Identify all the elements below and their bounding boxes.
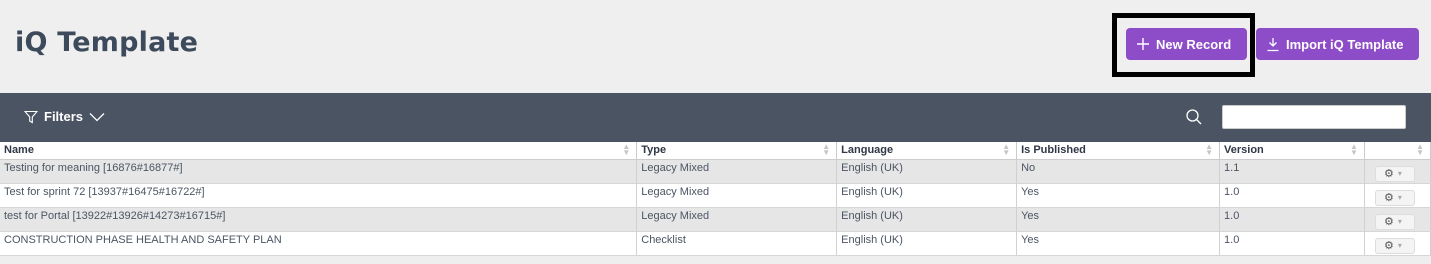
sort-icon: ▲ ▼ bbox=[622, 142, 631, 157]
filter-toolbar: Filters bbox=[0, 93, 1431, 142]
row-actions-button[interactable]: ⚙ ▾ bbox=[1374, 237, 1415, 254]
filter-icon bbox=[24, 110, 38, 123]
sort-icon: ▲ ▼ bbox=[1416, 142, 1424, 157]
cell-is-published: No bbox=[1016, 159, 1221, 184]
sort-icon: ▲ ▼ bbox=[1205, 142, 1214, 157]
gear-icon: ⚙ bbox=[1383, 192, 1394, 204]
cell-type: Legacy Mixed bbox=[636, 207, 838, 232]
cell-version: 1.0 bbox=[1219, 183, 1365, 208]
chevron-down-icon bbox=[89, 112, 105, 121]
cell-name: CONSTRUCTION PHASE HEALTH AND SAFETY PLA… bbox=[0, 231, 638, 256]
column-header-language[interactable]: Language ▲ ▼ bbox=[836, 142, 1018, 160]
gear-icon: ⚙ bbox=[1383, 168, 1394, 180]
page-header: iQ Template New Record Import iQ Templat… bbox=[0, 0, 1431, 93]
table-row[interactable]: CONSTRUCTION PHASE HEALTH AND SAFETY PLA… bbox=[0, 231, 1431, 256]
cell-actions: ⚙ ▾ bbox=[1364, 183, 1431, 208]
cell-is-published: Yes bbox=[1016, 183, 1221, 208]
cell-version: 1.1 bbox=[1219, 159, 1365, 184]
download-icon bbox=[1267, 37, 1279, 51]
cell-actions: ⚙ ▾ bbox=[1364, 231, 1431, 256]
sort-icon: ▲ ▼ bbox=[822, 142, 831, 157]
cell-type: Legacy Mixed bbox=[636, 159, 838, 184]
cell-type: Checklist bbox=[636, 231, 838, 256]
column-header-version[interactable]: Version ▲ ▼ bbox=[1219, 142, 1365, 160]
records-table: Name ▲ ▼ Type ▲ ▼ Language ▲ ▼ Is Published ▲ ▼ … bbox=[0, 142, 1431, 256]
column-header-name[interactable]: Name ▲ ▼ bbox=[0, 142, 638, 160]
cell-language: English (UK) bbox=[836, 159, 1018, 184]
import-template-label: Import iQ Template bbox=[1286, 36, 1404, 52]
cell-language: English (UK) bbox=[836, 183, 1018, 208]
table-header-row: Name ▲ ▼ Type ▲ ▼ Language ▲ ▼ Is Published ▲ ▼ … bbox=[0, 142, 1431, 160]
cell-type: Legacy Mixed bbox=[636, 183, 838, 208]
row-actions-button[interactable]: ⚙ ▾ bbox=[1374, 165, 1415, 182]
cell-actions: ⚙ ▾ bbox=[1364, 207, 1431, 232]
row-actions-button[interactable]: ⚙ ▾ bbox=[1374, 213, 1415, 230]
row-actions-button[interactable]: ⚙ ▾ bbox=[1374, 189, 1415, 206]
column-header-is-published[interactable]: Is Published ▲ ▼ bbox=[1016, 142, 1221, 160]
cell-name: Testing for meaning [16876#16877#] bbox=[0, 159, 638, 184]
cell-is-published: Yes bbox=[1016, 231, 1221, 256]
highlight-box bbox=[1112, 13, 1255, 77]
column-header-type[interactable]: Type ▲ ▼ bbox=[636, 142, 838, 160]
filters-toggle[interactable]: Filters bbox=[24, 109, 105, 124]
search-icon[interactable] bbox=[1185, 108, 1203, 126]
sort-icon: ▲ ▼ bbox=[1002, 142, 1011, 157]
filters-label: Filters bbox=[44, 109, 84, 124]
cell-version: 1.0 bbox=[1219, 207, 1365, 232]
gear-icon: ⚙ bbox=[1383, 240, 1394, 252]
cell-is-published: Yes bbox=[1016, 207, 1221, 232]
caret-down-icon: ▾ bbox=[1397, 217, 1402, 226]
page-title: iQ Template bbox=[15, 27, 199, 58]
table-row[interactable]: Test for sprint 72 [13937#16475#16722#] … bbox=[0, 183, 1431, 208]
sort-icon: ▲ ▼ bbox=[1350, 142, 1358, 157]
import-template-button[interactable]: Import iQ Template bbox=[1256, 28, 1419, 60]
cell-language: English (UK) bbox=[836, 231, 1018, 256]
table-row[interactable]: Testing for meaning [16876#16877#] Legac… bbox=[0, 159, 1431, 184]
caret-down-icon: ▾ bbox=[1397, 193, 1402, 202]
caret-down-icon: ▾ bbox=[1397, 241, 1402, 250]
search-input[interactable] bbox=[1222, 105, 1406, 129]
table-row[interactable]: test for Portal [13922#13926#14273#16715… bbox=[0, 207, 1431, 232]
cell-name: test for Portal [13922#13926#14273#16715… bbox=[0, 207, 638, 232]
cell-version: 1.0 bbox=[1219, 231, 1365, 256]
cell-name: Test for sprint 72 [13937#16475#16722#] bbox=[0, 183, 638, 208]
cell-language: English (UK) bbox=[836, 207, 1018, 232]
gear-icon: ⚙ bbox=[1383, 216, 1394, 228]
caret-down-icon: ▾ bbox=[1397, 169, 1402, 178]
cell-actions: ⚙ ▾ bbox=[1364, 159, 1431, 184]
column-header-actions: ▲ ▼ bbox=[1364, 142, 1431, 160]
